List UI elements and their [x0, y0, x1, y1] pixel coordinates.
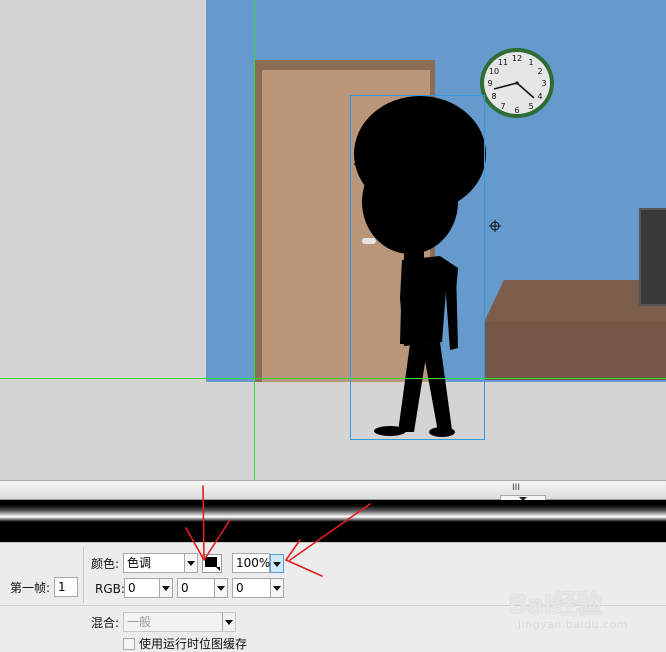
- watermark-logo: Bai经验: [508, 590, 602, 620]
- blend-label: 混合:: [91, 616, 120, 630]
- rgb-red-value: 0: [128, 581, 136, 595]
- chevron-down-icon: [222, 613, 235, 631]
- stage-canvas[interactable]: 12 1 2 3 4 5 6 7 8 9 10 11: [0, 0, 666, 480]
- clock-number: 4: [537, 92, 542, 101]
- guide-line-vertical[interactable]: [254, 0, 255, 480]
- rgb-green-value: 0: [181, 581, 189, 595]
- tint-color-fill: [205, 557, 217, 567]
- clock-number: 6: [514, 106, 519, 115]
- tint-percent-dropdown[interactable]: [270, 554, 284, 573]
- clock-number: 10: [489, 67, 499, 76]
- color-mode-select[interactable]: 色调: [123, 553, 198, 573]
- clock-number: 12: [512, 54, 522, 63]
- selection-bounding-box[interactable]: [350, 95, 485, 440]
- chevron-down-icon[interactable]: [270, 579, 283, 597]
- chevron-down-icon[interactable]: [159, 579, 172, 597]
- frame-input[interactable]: 1: [54, 577, 78, 597]
- transform-point-icon[interactable]: [489, 220, 501, 232]
- chevron-down-icon: [184, 554, 197, 572]
- guide-line-horizontal[interactable]: [0, 378, 666, 379]
- clock-number: 3: [541, 79, 546, 88]
- tint-color-swatch[interactable]: [202, 554, 222, 573]
- blend-mode-select[interactable]: 一般: [123, 612, 236, 632]
- clock-number: 1: [528, 58, 533, 67]
- scene-monitor: [639, 208, 666, 306]
- watermark-url: jingyan.baidu.com: [518, 618, 629, 631]
- tint-percent-input[interactable]: 100%: [232, 553, 270, 573]
- clock-number: 11: [498, 58, 508, 67]
- swatch-dropdown-icon: [216, 567, 220, 571]
- rgb-blue-value: 0: [236, 581, 244, 595]
- timeline-divider: III: [0, 480, 666, 542]
- rgb-green-input[interactable]: 0: [177, 578, 228, 598]
- rgb-label: RGB:: [95, 582, 125, 596]
- horizontal-scrollbar[interactable]: III: [0, 480, 666, 500]
- color-mode-value: 色调: [127, 556, 152, 570]
- scroll-grip-icon[interactable]: III: [500, 484, 532, 493]
- clock-number: 5: [528, 102, 533, 111]
- clock-number: 9: [487, 79, 492, 88]
- clock-number: 7: [500, 102, 505, 111]
- frame-label: 第一帧:: [10, 581, 51, 595]
- chevron-down-icon[interactable]: [214, 579, 227, 597]
- rgb-red-input[interactable]: 0: [124, 578, 173, 598]
- divider-band: [0, 500, 666, 542]
- blend-mode-value: 一般: [127, 615, 152, 629]
- panel-separator: [83, 547, 84, 603]
- baidu-jingyan-watermark: Bai经验 jingyan.baidu.com: [508, 578, 658, 636]
- rgb-blue-input[interactable]: 0: [232, 578, 284, 598]
- color-label: 颜色:: [91, 557, 120, 571]
- clock-number: 2: [537, 67, 542, 76]
- bitmap-cache-checkbox[interactable]: [123, 638, 135, 650]
